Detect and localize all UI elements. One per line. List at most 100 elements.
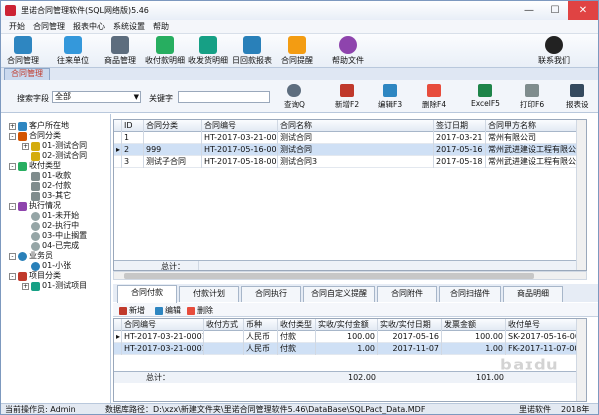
- table-row[interactable]: 3 测试子合同 HT-2017-05-18-0001 测试合同3 2017-05…: [114, 156, 586, 168]
- keyword-input[interactable]: [178, 91, 270, 103]
- column-header[interactable]: 收付方式: [204, 319, 244, 331]
- tab-goods-detail[interactable]: 商品明细: [503, 286, 563, 302]
- document-icon: [31, 151, 40, 161]
- tree-node[interactable]: 04-已完成: [31, 241, 79, 251]
- tree-node[interactable]: - 执行情况: [9, 201, 61, 211]
- edit-button[interactable]: 编辑F3: [378, 82, 402, 111]
- tree-node[interactable]: 01-小张: [31, 261, 71, 271]
- column-header[interactable]: 合同编号: [202, 120, 278, 132]
- table-row[interactable]: HT-2017-03-21-0001 人民币 付款 1.00 2017-11-0…: [114, 343, 586, 355]
- tree-toggle[interactable]: -: [9, 132, 16, 140]
- excel-button[interactable]: ExcelF5: [471, 82, 500, 111]
- toolbar-help-button[interactable]: 帮助文件: [332, 35, 364, 67]
- tree-label: 收付类型: [29, 161, 61, 170]
- tree-toggle[interactable]: +: [22, 282, 29, 290]
- contract-table-hscroll[interactable]: [113, 271, 587, 280]
- tree-node[interactable]: 02-执行中: [31, 221, 79, 231]
- search-field-select[interactable]: 全部 ▼: [52, 91, 141, 103]
- column-header[interactable]: 收付类型: [278, 319, 316, 331]
- table-row[interactable]: ▸ 2 999 HT-2017-05-16-0001 测试合同 2017-05-…: [114, 144, 586, 156]
- tree-node[interactable]: 03-中止搁置: [31, 231, 87, 241]
- table-row[interactable]: ▸ HT-2017-03-21-0001 人民币 付款 100.00 2017-…: [114, 331, 586, 343]
- tree-toggle[interactable]: -: [9, 162, 16, 170]
- cell-contract-no: HT-2017-05-16-0001: [204, 144, 278, 156]
- minimize-icon[interactable]: —: [516, 1, 542, 20]
- tree-toggle[interactable]: +: [9, 122, 16, 130]
- column-header[interactable]: 签订日期: [434, 120, 486, 132]
- tree-node[interactable]: 01-未开始: [31, 211, 79, 221]
- column-header[interactable]: 合同分类: [144, 120, 202, 132]
- delete-button[interactable]: 删除F4: [422, 82, 446, 111]
- toolbar-partner-button[interactable]: 往来单位: [57, 35, 89, 67]
- tab-contract-management[interactable]: 合同管理: [4, 68, 50, 80]
- toolbar-report-button[interactable]: 日回款报表: [232, 35, 272, 67]
- cell-contract-name: 测试合同: [278, 144, 434, 156]
- tree-node[interactable]: - 项目分类: [9, 271, 61, 281]
- toolbar-reminder-button[interactable]: 合同提醒: [281, 35, 313, 67]
- payment-edit-button[interactable]: 编辑: [155, 305, 181, 316]
- maximize-icon[interactable]: ☐: [542, 1, 568, 20]
- tree-node[interactable]: +01-测试项目: [22, 281, 87, 291]
- tree-node[interactable]: 03-其它: [31, 191, 71, 201]
- watermark: ᵇᵃᶦᵈᵘ: [500, 355, 558, 385]
- toolbar-payment-button[interactable]: 收付款明细: [145, 35, 185, 67]
- toolbar-shipping-button[interactable]: 收发货明细: [188, 35, 228, 67]
- tree-node[interactable]: + 客户所在地: [9, 121, 69, 131]
- cell-currency: 人民币: [244, 331, 278, 343]
- tree-node[interactable]: 02-测试合同: [31, 151, 87, 161]
- scroll-thumb[interactable]: [124, 273, 534, 279]
- toolbar-goods-button[interactable]: 商品管理: [104, 35, 136, 67]
- column-header[interactable]: 实收/实付金额: [316, 319, 378, 331]
- column-header[interactable]: 收付单号: [506, 319, 578, 331]
- contract-table-vscroll[interactable]: [576, 120, 586, 270]
- tree-toggle[interactable]: -: [9, 202, 16, 210]
- tree-toggle[interactable]: +: [22, 142, 29, 150]
- print-button[interactable]: 打印F6: [520, 82, 544, 111]
- menu-contract-management[interactable]: 合同管理: [33, 21, 65, 32]
- menu-help[interactable]: 帮助: [153, 21, 169, 32]
- toolbar-contact-button[interactable]: 联系我们: [538, 35, 570, 67]
- column-header[interactable]: 币种: [244, 319, 278, 331]
- search-bar: 搜索字段 全部 ▼ 关键字 查询Q 新增F2 编辑F3 删除F4 ExcelF5: [1, 80, 598, 113]
- add-icon: [340, 84, 355, 97]
- tree-node[interactable]: 02-付款: [31, 181, 71, 191]
- column-header[interactable]: 合同编号: [122, 319, 204, 331]
- column-header[interactable]: 实收/实付日期: [378, 319, 442, 331]
- table-row[interactable]: 1 HT-2017-03-21-0001 测试合同 2017-03-21 常州有…: [114, 132, 586, 144]
- menu-system-settings[interactable]: 系统设置: [113, 21, 145, 32]
- payment-delete-button[interactable]: 删除: [187, 305, 213, 316]
- button-label: 新增: [129, 306, 145, 315]
- tab-contract-attachment[interactable]: 合同附件: [377, 286, 437, 302]
- add-button[interactable]: 新增F2: [335, 82, 359, 111]
- tree-node[interactable]: - 业务员: [9, 251, 53, 261]
- column-header[interactable]: ID: [122, 120, 144, 132]
- tree-toggle[interactable]: -: [9, 252, 16, 260]
- tree-label: 02-执行中: [42, 221, 80, 230]
- column-header[interactable]: 发票金额: [442, 319, 506, 331]
- close-icon[interactable]: ✕: [568, 1, 598, 20]
- query-button[interactable]: 查询Q: [284, 82, 305, 111]
- tree-node[interactable]: +01-测试合同: [22, 141, 87, 151]
- menu-report-center[interactable]: 报表中心: [73, 21, 105, 32]
- tree-toggle[interactable]: -: [9, 272, 16, 280]
- tree-node[interactable]: - 收付类型: [9, 161, 61, 171]
- chevron-down-icon: ▼: [133, 93, 139, 101]
- column-header[interactable]: 合同甲方名称: [486, 120, 578, 132]
- cell-id: 1: [122, 132, 144, 144]
- tab-payment-plan[interactable]: 付款计划: [179, 286, 239, 302]
- menu-start[interactable]: 开始: [9, 21, 25, 32]
- tab-custom-reminder[interactable]: 合同自定义提醒: [303, 286, 375, 302]
- cell-currency: 人民币: [244, 343, 278, 355]
- column-header[interactable]: 合同名称: [278, 120, 434, 132]
- toolbar-contract-button[interactable]: 合同管理: [7, 35, 39, 67]
- tree-node[interactable]: 01-收款: [31, 171, 71, 181]
- tree-node[interactable]: - 合同分类: [9, 131, 61, 141]
- tab-contract-scan[interactable]: 合同扫描件: [439, 286, 501, 302]
- money-icon: [18, 161, 27, 171]
- tab-contract-execution[interactable]: 合同执行: [241, 286, 301, 302]
- report-settings-button[interactable]: 报表设: [566, 82, 589, 111]
- add-icon: [119, 306, 127, 315]
- payment-add-button[interactable]: 新增: [119, 305, 145, 316]
- button-label: 删除: [197, 306, 213, 315]
- tab-contract-payment[interactable]: 合同付款: [117, 285, 177, 303]
